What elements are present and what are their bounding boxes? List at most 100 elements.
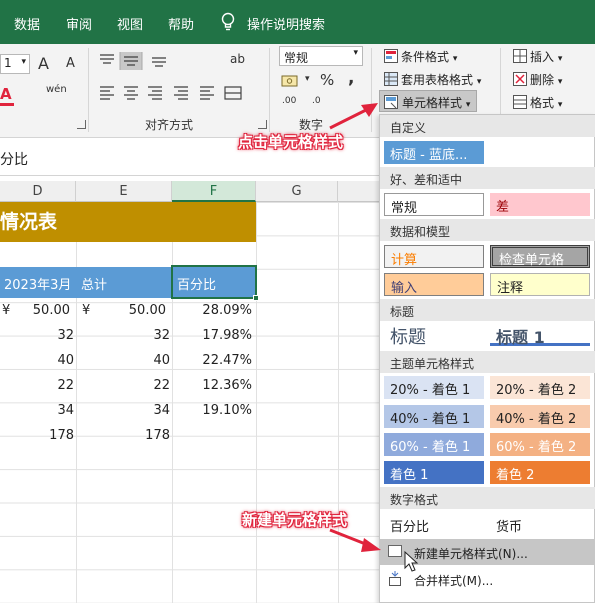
grid-line — [76, 202, 77, 603]
style-20-accent-2[interactable]: 20% - 着色 2 — [490, 376, 590, 399]
column-header-g[interactable]: G — [256, 181, 338, 202]
fill-handle[interactable] — [253, 295, 259, 301]
phonetic-icon[interactable]: wén — [46, 84, 67, 95]
style-percent[interactable]: 百分比 — [384, 513, 484, 536]
increase-decimal-icon[interactable]: .00 — [282, 96, 296, 106]
gallery-section-good-bad: 好、差和适中 — [380, 167, 595, 189]
active-cell-border — [171, 265, 257, 299]
alignment-group-label: 对齐方式 — [145, 118, 194, 132]
comma-style-icon[interactable]: , — [348, 68, 354, 88]
new-cell-style-label: 新建单元格样式(N)... — [414, 547, 528, 561]
group-separator — [371, 48, 372, 132]
style-accent-2[interactable]: 着色 2 — [490, 461, 590, 484]
style-currency[interactable]: 货币 — [490, 513, 590, 536]
chevron-down-icon[interactable]: ▾ — [305, 74, 310, 84]
currency-symbol: ¥ — [2, 303, 11, 318]
insert-label: 插入 — [530, 50, 555, 64]
currency-icon[interactable] — [280, 73, 302, 89]
conditional-format-icon — [384, 49, 398, 63]
style-accent-1[interactable]: 着色 1 — [384, 461, 484, 484]
conditional-formatting-button[interactable]: 条件格式 ▾ — [381, 46, 461, 66]
cell-e[interactable]: 50.00 — [110, 303, 166, 318]
tab-data[interactable]: 数据 — [14, 14, 40, 33]
format-cells-button[interactable]: 格式 ▾ — [510, 92, 566, 112]
sheet-title: 情况表 — [0, 211, 58, 233]
cell-f[interactable]: 19.10% — [180, 403, 252, 418]
chevron-down-icon: ▾ — [557, 54, 563, 64]
cell-e[interactable]: 178 — [110, 428, 170, 443]
cell-e[interactable]: 34 — [110, 403, 170, 418]
font-size-value: 1 — [4, 56, 12, 70]
column-header-d[interactable]: D — [0, 181, 76, 202]
wrap-text-icon[interactable]: ab — [230, 52, 245, 66]
style-60-accent-1[interactable]: 60% - 着色 1 — [384, 433, 484, 456]
style-40-accent-1[interactable]: 40% - 着色 1 — [384, 405, 484, 428]
alignment-launcher-icon[interactable] — [258, 120, 267, 129]
style-60-accent-2[interactable]: 60% - 着色 2 — [490, 433, 590, 456]
group-separator — [269, 48, 270, 132]
cell-d[interactable]: 22 — [20, 378, 74, 393]
cell-d[interactable]: 50.00 — [20, 303, 70, 318]
merge-styles-item[interactable]: 合并样式(M)... — [380, 566, 595, 592]
sheet-title-cell[interactable]: 情况表 — [0, 202, 256, 242]
annotation-click-cell-styles: 点击单元格样式 — [238, 133, 344, 151]
table-icon — [384, 72, 398, 86]
new-cell-style-item[interactable]: 新建单元格样式(N)... — [380, 539, 595, 565]
style-bad[interactable]: 差 — [490, 193, 590, 216]
style-input[interactable]: 输入 — [384, 273, 484, 296]
cell-f[interactable]: 22.47% — [180, 353, 252, 368]
style-heading-1[interactable]: 标题 1 — [490, 323, 590, 347]
grid-line — [172, 202, 173, 603]
cell-e[interactable]: 40 — [110, 353, 170, 368]
grid-line — [338, 202, 339, 603]
cell-styles-button[interactable]: 单元格样式 ▾ — [379, 90, 478, 112]
style-custom-title-blue[interactable]: 标题 - 蓝底... — [384, 141, 484, 164]
chevron-down-icon: ▾ — [452, 54, 458, 64]
style-20-accent-1[interactable]: 20% - 着色 1 — [384, 376, 484, 399]
cell-d[interactable]: 32 — [20, 328, 74, 343]
column-header-e[interactable]: E — [76, 181, 172, 202]
tab-review[interactable]: 审阅 — [66, 14, 92, 33]
cell-d[interactable]: 178 — [20, 428, 74, 443]
tab-view[interactable]: 视图 — [117, 14, 143, 33]
decrease-decimal-icon[interactable]: .0 — [312, 96, 321, 106]
lightbulb-icon — [221, 12, 235, 31]
font-launcher-icon[interactable] — [77, 120, 86, 129]
column-header-f[interactable]: F — [172, 181, 256, 202]
cell-f[interactable]: 12.36% — [180, 378, 252, 393]
cell-d[interactable]: 34 — [20, 403, 74, 418]
percent-icon[interactable]: % — [320, 71, 334, 89]
font-grow-icon[interactable]: A — [38, 54, 49, 73]
cell-f[interactable]: 17.98% — [180, 328, 252, 343]
style-calculation[interactable]: 计算 — [384, 245, 484, 268]
delete-cells-button[interactable]: 删除 ▾ — [510, 69, 566, 89]
style-check-cell[interactable]: 检查单元格 — [490, 245, 590, 268]
header-cell-total[interactable]: 总计 — [81, 274, 107, 293]
currency-symbol: ¥ — [82, 303, 91, 318]
chevron-down-icon: ▾ — [557, 100, 563, 110]
cell-d[interactable]: 40 — [20, 353, 74, 368]
style-40-accent-2[interactable]: 40% - 着色 2 — [490, 405, 590, 428]
insert-cells-button[interactable]: 插入 ▾ — [510, 46, 566, 66]
cell-f[interactable]: 28.09% — [180, 303, 252, 318]
font-shrink-icon[interactable]: A — [66, 56, 75, 71]
font-size-box[interactable]: 1 ▾ — [0, 54, 30, 74]
grid-line — [256, 202, 257, 603]
header-cell-month[interactable]: 2023年3月 — [4, 274, 71, 293]
font-color-bar — [0, 103, 14, 106]
chevron-down-icon: ▾ — [476, 77, 482, 87]
format-as-table-button[interactable]: 套用表格格式 ▾ — [381, 69, 485, 89]
style-title[interactable]: 标题 — [384, 323, 484, 348]
number-format-select[interactable]: 常规 ▾ — [279, 46, 363, 66]
style-note[interactable]: 注释 — [490, 273, 590, 296]
tab-help[interactable]: 帮助 — [168, 14, 194, 33]
tell-me-search[interactable]: 操作说明搜索 — [247, 14, 325, 33]
cell-e[interactable]: 32 — [110, 328, 170, 343]
style-normal[interactable]: 常规 — [384, 193, 484, 216]
cell-styles-icon — [384, 95, 398, 109]
column-header-h[interactable] — [338, 181, 380, 202]
chevron-down-icon: ▾ — [557, 77, 563, 87]
cell-e[interactable]: 22 — [110, 378, 170, 393]
ribbon-tab-bar: 数据 审阅 视图 帮助 操作说明搜索 — [0, 0, 595, 44]
gallery-section-number: 数字格式 — [380, 487, 595, 509]
